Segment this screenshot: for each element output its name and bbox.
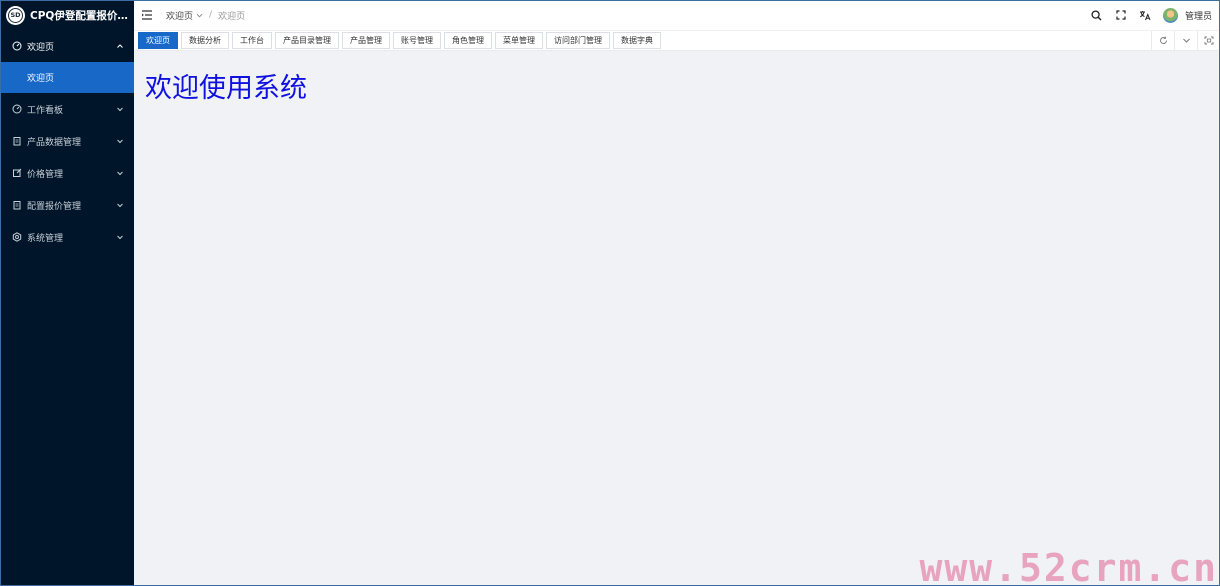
sidebar-item-work-board[interactable]: 工作看板 <box>0 93 134 125</box>
gear-icon <box>12 232 22 242</box>
app-title: CPQ伊登配置报价系... <box>30 9 134 22</box>
clipboard-icon <box>12 136 22 146</box>
submenu-item-welcome[interactable]: 欢迎页 <box>0 62 134 93</box>
chevron-down-icon <box>116 233 124 241</box>
chevron-down-icon <box>116 137 124 145</box>
app-logo[interactable]: SD CPQ伊登配置报价系... <box>0 0 134 30</box>
sidebar-item-label: 配置报价管理 <box>27 201 82 212</box>
tab-product[interactable]: 产品管理 <box>342 32 390 49</box>
user-menu[interactable]: 管理员 <box>1162 7 1212 23</box>
sidebar: SD CPQ伊登配置报价系... 欢迎页 欢迎页 工作看板 产品数据管理 价格管… <box>0 0 134 586</box>
tab-product-catalog[interactable]: 产品目录管理 <box>275 32 339 49</box>
sidebar-item-product-data[interactable]: 产品数据管理 <box>0 125 134 157</box>
tab-menu[interactable]: 菜单管理 <box>495 32 543 49</box>
tab-role[interactable]: 角色管理 <box>444 32 492 49</box>
breadcrumb-separator: / <box>209 10 213 20</box>
edit-icon <box>12 168 22 178</box>
dashboard-icon <box>12 41 22 51</box>
chevron-down-icon <box>116 169 124 177</box>
watermark: www.52crm.cn <box>919 546 1218 586</box>
sidebar-item-config-quote[interactable]: 配置报价管理 <box>0 189 134 221</box>
fullscreen-icon[interactable] <box>1109 0 1133 30</box>
breadcrumb-first-label: 欢迎页 <box>166 11 194 22</box>
translate-icon[interactable] <box>1133 0 1157 30</box>
sidebar-item-welcome[interactable]: 欢迎页 <box>0 30 134 62</box>
sidebar-item-price[interactable]: 价格管理 <box>0 157 134 189</box>
logo-icon: SD <box>6 5 25 25</box>
chevron-down-icon <box>196 13 203 17</box>
user-name: 管理员 <box>1184 11 1212 22</box>
tabs-tools <box>1151 31 1220 50</box>
tab-dictionary[interactable]: 数据字典 <box>613 32 661 49</box>
sidebar-item-label: 系统管理 <box>27 233 64 244</box>
tab-department[interactable]: 访问部门管理 <box>546 32 610 49</box>
sidebar-item-label: 工作看板 <box>27 105 64 116</box>
top-header: 欢迎页 / 欢迎页 管理员 <box>134 0 1220 30</box>
search-icon[interactable] <box>1085 0 1109 30</box>
dashboard-icon <box>12 104 22 114</box>
tab-data-analysis[interactable]: 数据分析 <box>181 32 229 49</box>
sidebar-item-label: 欢迎页 <box>27 42 55 53</box>
expand-icon[interactable] <box>1197 31 1220 50</box>
tab-welcome[interactable]: 欢迎页 <box>138 32 178 49</box>
chevron-up-icon <box>116 42 124 50</box>
main-content: 欢迎使用系统 www.52crm.cn <box>134 51 1220 586</box>
breadcrumb: 欢迎页 / 欢迎页 <box>166 9 245 22</box>
welcome-heading: 欢迎使用系统 <box>145 73 307 104</box>
menu-fold-icon[interactable] <box>140 8 154 22</box>
sidebar-item-system[interactable]: 系统管理 <box>0 221 134 253</box>
header-actions: 管理员 <box>1085 0 1220 30</box>
sidebar-item-label: 价格管理 <box>27 169 64 180</box>
chevron-down-icon[interactable] <box>1174 31 1197 50</box>
chevron-down-icon <box>116 201 124 209</box>
sidebar-menu: 欢迎页 欢迎页 工作看板 产品数据管理 价格管理 配置报价管理 系统管理 <box>0 30 134 253</box>
tab-account[interactable]: 账号管理 <box>393 32 441 49</box>
clipboard-icon <box>12 200 22 210</box>
tabs: 欢迎页 数据分析 工作台 产品目录管理 产品管理 账号管理 角色管理 菜单管理 … <box>134 31 664 50</box>
breadcrumb-current: 欢迎页 <box>218 11 246 22</box>
refresh-icon[interactable] <box>1151 31 1174 50</box>
tab-workbench[interactable]: 工作台 <box>232 32 272 49</box>
breadcrumb-first[interactable]: 欢迎页 <box>166 9 203 22</box>
sidebar-item-label: 产品数据管理 <box>27 137 82 148</box>
avatar <box>1162 7 1178 23</box>
tabs-bar: 欢迎页 数据分析 工作台 产品目录管理 产品管理 账号管理 角色管理 菜单管理 … <box>134 30 1220 51</box>
chevron-down-icon <box>116 105 124 113</box>
